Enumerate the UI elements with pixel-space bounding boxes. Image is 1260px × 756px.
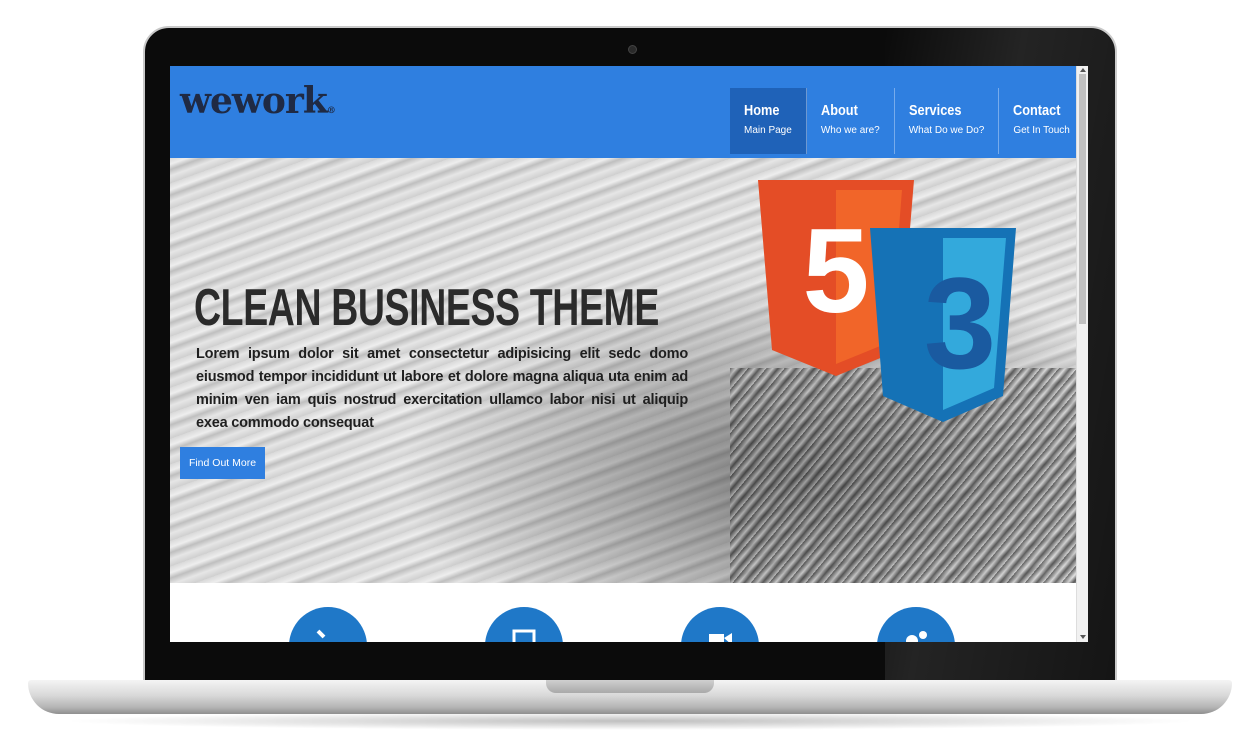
nav-item-title: About (820, 102, 858, 119)
feature-monitor-button[interactable] (485, 607, 563, 642)
scroll-down-arrow-icon[interactable] (1080, 635, 1086, 639)
hero-description: Lorem ipsum dolor sit amet consectetur a… (196, 346, 688, 431)
feature-video-button[interactable] (681, 607, 759, 642)
video-camera-icon (709, 633, 732, 642)
hero-banner: 5 3 CLEAN BUSINESS THEME Lorem ipsum dol… (170, 158, 1076, 583)
laptop-screen: wework® Home Main Page About Who we are?… (170, 66, 1088, 642)
nav-item-contact[interactable]: Contact Get In Touch (999, 88, 1085, 154)
find-out-more-button[interactable]: Find Out More (180, 447, 265, 479)
laptop-base (28, 680, 1232, 714)
css3-badge-digit: 3 (924, 250, 996, 396)
brand-logo[interactable]: wework® (180, 80, 336, 122)
features-section (170, 583, 1076, 642)
nav-item-home[interactable]: Home Main Page (730, 88, 807, 154)
vertical-scrollbar[interactable] (1076, 66, 1088, 642)
brand-logo-text: wework (180, 80, 328, 122)
nav-item-subtitle: Who we are? (820, 125, 880, 136)
feature-phone-button[interactable] (289, 607, 367, 642)
nav-item-services[interactable]: Services What Do we Do? (895, 88, 1000, 154)
registered-mark: ® (326, 106, 336, 116)
scroll-up-arrow-icon[interactable] (1080, 68, 1086, 72)
main-nav: Home Main Page About Who we are? Service… (730, 88, 1085, 154)
css3-logo-icon: 3 (870, 228, 1016, 422)
hero-title: CLEAN BUSINESS THEME (194, 279, 660, 337)
monitor-icon (512, 629, 536, 642)
gears-icon (906, 631, 927, 642)
webcam-icon (628, 45, 637, 54)
nav-item-subtitle: Get In Touch (1013, 125, 1070, 136)
nav-item-title: Home (744, 102, 780, 119)
nav-item-about[interactable]: About Who we are? (807, 88, 895, 154)
laptop-opening-notch (546, 680, 714, 693)
nav-item-title: Services (908, 102, 962, 119)
feature-settings-button[interactable] (877, 607, 955, 642)
html5-badge-digit: 5 (803, 204, 870, 338)
nav-item-subtitle: Main Page (744, 125, 792, 136)
site-header: wework® Home Main Page About Who we are?… (170, 66, 1085, 158)
nav-item-subtitle: What Do we Do? (908, 125, 985, 136)
laptop-shadow (60, 712, 1200, 730)
nav-item-title: Contact (1013, 102, 1061, 119)
phone-icon (316, 629, 326, 639)
scrollbar-thumb[interactable] (1079, 74, 1086, 324)
